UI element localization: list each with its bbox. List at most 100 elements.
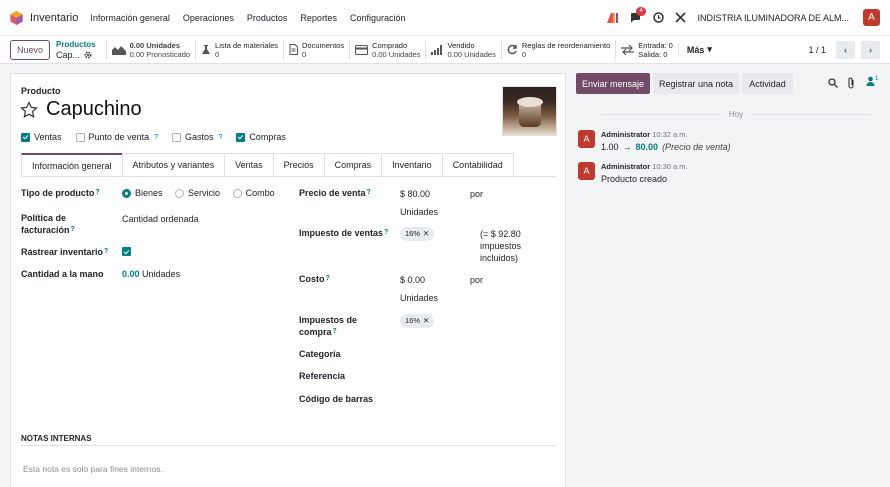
ai-icon[interactable] (607, 12, 619, 23)
help-icon[interactable]: ? (326, 275, 330, 282)
gear-icon[interactable] (84, 51, 92, 59)
clock-icon[interactable] (653, 12, 665, 23)
message-avatar[interactable]: A (578, 130, 595, 148)
paperclip-icon[interactable] (846, 77, 856, 89)
more-label: Más (686, 44, 705, 55)
menu-informacion-general[interactable]: Información general (90, 13, 170, 23)
chatter-message: A Administrator 10:32 a.m. 1.00 → 80.00 (… (578, 130, 731, 152)
star-icon[interactable] (20, 100, 38, 119)
message-author[interactable]: Administrator (601, 162, 650, 171)
product-image[interactable] (502, 86, 557, 136)
help-icon[interactable]: ? (384, 229, 388, 236)
documents-smart-button[interactable]: Documentos 0 (283, 39, 349, 60)
breadcrumb-parent[interactable]: Productos (56, 40, 96, 50)
debug-tools-icon[interactable] (675, 12, 687, 23)
help-icon[interactable]: ? (104, 248, 108, 255)
reorder-rules-smart-button[interactable]: Reglas de reordenamiento 0 (500, 39, 615, 60)
radio-combo[interactable]: Combo (232, 187, 275, 199)
menu-reportes[interactable]: Reportes (300, 13, 337, 23)
arrow-right-icon: → (622, 142, 632, 152)
message-content: Administrator 10:30 a.m. Producto creado (601, 162, 688, 184)
send-message-button[interactable]: Enviar mensaje (576, 73, 650, 94)
top-navbar: Inventario Información general Operacion… (0, 0, 890, 36)
user-avatar[interactable]: A (863, 9, 880, 26)
purchased-value: 0.00 Unidades (372, 49, 421, 59)
close-icon[interactable]: ✕ (423, 315, 429, 327)
inventory-app-icon[interactable] (10, 10, 23, 25)
cost-label-text: Costo (299, 274, 325, 284)
menu-configuracion[interactable]: Configuración (350, 13, 406, 23)
activity-button[interactable]: Actividad (742, 73, 793, 94)
qty-on-hand-field[interactable]: 0.00 Unidades (122, 268, 180, 280)
reorder-label: Reglas de reordenamiento (521, 40, 611, 50)
breadcrumb-current: Cap... (56, 50, 96, 60)
sale-price-uom[interactable]: Unidades (400, 206, 438, 218)
in-out-smart-button[interactable]: Entrada: 0 Salida: 0 (615, 39, 678, 60)
radio-servicio[interactable]: Servicio (175, 187, 220, 199)
log-note-button[interactable]: Registrar una nota (653, 73, 739, 94)
barcode-input[interactable] (400, 393, 550, 405)
help-icon[interactable]: ? (333, 328, 337, 335)
product-name[interactable]: Capuchino (46, 98, 142, 121)
sold-smart-button[interactable]: Vendido 0.00 Unidades (425, 39, 500, 60)
messages-icon[interactable]: 4 (630, 7, 646, 23)
barcode-label: Código de barras (299, 394, 374, 404)
help-icon[interactable]: ? (154, 134, 158, 141)
reference-input[interactable] (400, 370, 550, 382)
outgoing-label: Salida: 0 (638, 49, 668, 59)
followers-button[interactable]: 1 (866, 76, 878, 86)
bom-smart-button[interactable]: Lista de materiales 0 (195, 39, 283, 60)
tab-informacion-general[interactable]: Información general (21, 153, 123, 176)
purchase-tax-field[interactable]: 16% ✕ (400, 314, 435, 328)
message-avatar[interactable]: A (578, 162, 595, 180)
company-switcher[interactable]: INDISTRIA ILUMINADORA DE ALM... (697, 13, 849, 23)
more-dropdown[interactable]: Más ▾ (677, 44, 712, 55)
pager-previous-button[interactable]: ‹ (836, 40, 855, 59)
sale-price-input[interactable]: $ 80.00 (400, 188, 430, 200)
help-icon[interactable]: ? (71, 226, 75, 233)
pager-next-button[interactable]: › (861, 40, 880, 59)
cost-input[interactable]: $ 0.00 (400, 274, 425, 286)
pager-value[interactable]: 1 / 1 (808, 45, 826, 55)
internal-notes-field[interactable]: Esta nota es solo para fines internos. (23, 464, 163, 474)
forecast-forecasted: 0.00 Pronosticado (129, 49, 191, 59)
tab-inventario[interactable]: Inventario (381, 153, 443, 176)
pos-checkbox[interactable]: Punto de venta? (75, 132, 158, 142)
track-inventory-label-text: Rastrear inventario (21, 247, 104, 257)
help-icon[interactable]: ? (367, 189, 371, 196)
tab-ventas[interactable]: Ventas (224, 153, 274, 176)
radio-bienes[interactable]: Bienes (122, 187, 163, 199)
cost-uom[interactable]: Unidades (400, 292, 438, 304)
tab-contabilidad[interactable]: Contabilidad (441, 153, 514, 176)
expenses-checkbox[interactable]: Gastos? (172, 132, 222, 142)
documents-label: Documentos (302, 40, 345, 50)
purchased-smart-button[interactable]: Comprado 0.00 Unidades (349, 39, 425, 60)
sale-price-per: por (470, 189, 484, 199)
invoice-policy-select[interactable]: Cantidad ordenada (122, 213, 199, 225)
tab-atributos-variantes[interactable]: Atributos y variantes (121, 153, 226, 176)
message-author[interactable]: Administrator (601, 130, 650, 139)
tab-precios[interactable]: Precios (272, 153, 325, 176)
help-icon[interactable]: ? (95, 189, 99, 196)
help-icon[interactable]: ? (219, 134, 223, 141)
gastos-label: Gastos (185, 132, 214, 142)
tab-compras[interactable]: Compras (323, 153, 383, 176)
category-input[interactable] (400, 348, 550, 360)
menu-operaciones[interactable]: Operaciones (183, 13, 234, 23)
can-be-purchased-checkbox[interactable]: Compras (236, 132, 286, 142)
user-icon (866, 76, 875, 86)
messages-badge: 4 (636, 7, 646, 16)
search-icon[interactable] (828, 78, 838, 88)
sales-tax-tag-label: 16% (405, 229, 421, 238)
can-be-sold-checkbox[interactable]: Ventas (21, 132, 62, 142)
menu-productos[interactable]: Productos (247, 13, 288, 23)
documents-count: 0 (302, 49, 307, 59)
sales-tax-field[interactable]: 16% ✕ (400, 227, 435, 241)
close-icon[interactable]: ✕ (423, 228, 429, 240)
new-button[interactable]: Nuevo (10, 39, 51, 60)
ventas-label: Ventas (34, 132, 62, 142)
track-inventory-checkbox[interactable] (122, 247, 131, 256)
forecast-smart-button[interactable]: 0.00 Unidades 0.00 Pronosticado (105, 39, 195, 60)
cost-per: por (470, 275, 484, 285)
app-name[interactable]: Inventario (30, 12, 78, 24)
